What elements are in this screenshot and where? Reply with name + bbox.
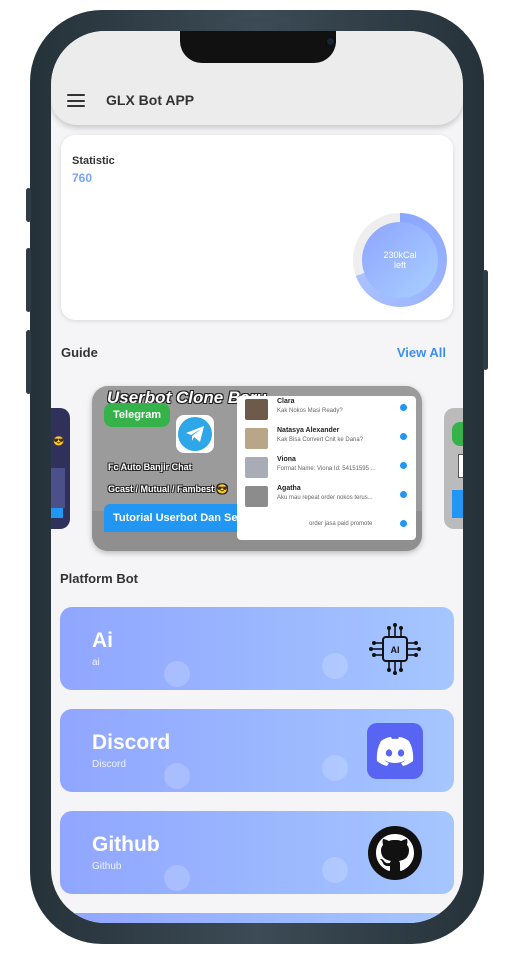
chat-row: order jasa paid promote bbox=[237, 512, 416, 540]
banner-bullet-1: Fc Auto Banjir Chat bbox=[108, 462, 192, 472]
github-icon bbox=[368, 826, 422, 880]
banner-bullet-2: Gcast / Mutual / Fambest 😎 bbox=[108, 484, 228, 494]
bot-subtitle: ai bbox=[92, 657, 100, 668]
bot-name: Discord bbox=[92, 731, 171, 754]
bot-card-partial[interactable] bbox=[60, 913, 454, 923]
phone-speaker bbox=[224, 17, 290, 22]
carousel-slide-active[interactable]: Userbot Clone Baru Telegram Fc Auto Banj… bbox=[92, 386, 422, 551]
guide-title: Guide bbox=[61, 345, 98, 360]
ring-unit: left bbox=[393, 260, 406, 270]
camera-icon bbox=[325, 36, 336, 47]
calorie-progress-ring: 230kCal left bbox=[353, 213, 447, 307]
bot-subtitle: Discord bbox=[92, 759, 126, 770]
carousel-slide-next[interactable] bbox=[444, 408, 463, 529]
view-all-link[interactable]: View All bbox=[397, 345, 446, 360]
bot-name: Github bbox=[92, 833, 160, 856]
bot-card-discord[interactable]: Discord Discord bbox=[60, 709, 454, 792]
telegram-tag: Telegram bbox=[104, 403, 171, 427]
emoji-icon: 😎 bbox=[53, 436, 65, 446]
guide-carousel[interactable]: 😎 Userbot Clone Baru Telegram Fc Auto Ba… bbox=[51, 376, 463, 561]
app-title: GLX Bot APP bbox=[106, 92, 195, 108]
statistic-value: 760 bbox=[72, 171, 93, 185]
chat-row: Clara Kak Nokos Masi Ready? bbox=[237, 396, 416, 425]
phone-button-volume-up bbox=[26, 248, 31, 312]
telegram-logo-icon bbox=[176, 415, 214, 453]
chat-row: Agatha Aku mau repeat order nokos terus.… bbox=[237, 483, 416, 512]
ai-chip-icon: AI bbox=[369, 623, 421, 675]
bot-card-github[interactable]: Github Github bbox=[60, 811, 454, 894]
platform-title: Platform Bot bbox=[60, 571, 138, 586]
chat-list-preview: Clara Kak Nokos Masi Ready? Natasya Alex… bbox=[237, 396, 416, 540]
calorie-ring-center: 230kCal left bbox=[362, 222, 438, 298]
statistic-label: Statistic bbox=[72, 155, 115, 167]
bot-card-ai[interactable]: Ai ai AI bbox=[60, 607, 454, 690]
chat-row: Viona Format Name: Viona Id: 54151595 ..… bbox=[237, 454, 416, 483]
phone-button-action bbox=[26, 188, 31, 222]
notch bbox=[180, 31, 336, 63]
ring-value: 230kCal bbox=[383, 250, 417, 260]
hamburger-menu-icon[interactable] bbox=[67, 94, 85, 107]
bot-name: Ai bbox=[92, 629, 113, 652]
phone-button-power bbox=[483, 270, 488, 370]
statistic-card[interactable]: Statistic 760 230kCal left bbox=[61, 135, 453, 320]
chat-row: Natasya Alexander Kak Bisa Convert Cnit … bbox=[237, 425, 416, 454]
svg-text:AI: AI bbox=[391, 645, 400, 655]
bot-subtitle: Github bbox=[92, 861, 122, 872]
app-screen: GLX Bot APP Statistic 760 230kCal left G… bbox=[51, 31, 463, 923]
discord-icon bbox=[367, 723, 423, 779]
phone-button-volume-down bbox=[26, 330, 31, 394]
carousel-slide-prev[interactable]: 😎 bbox=[51, 408, 70, 529]
